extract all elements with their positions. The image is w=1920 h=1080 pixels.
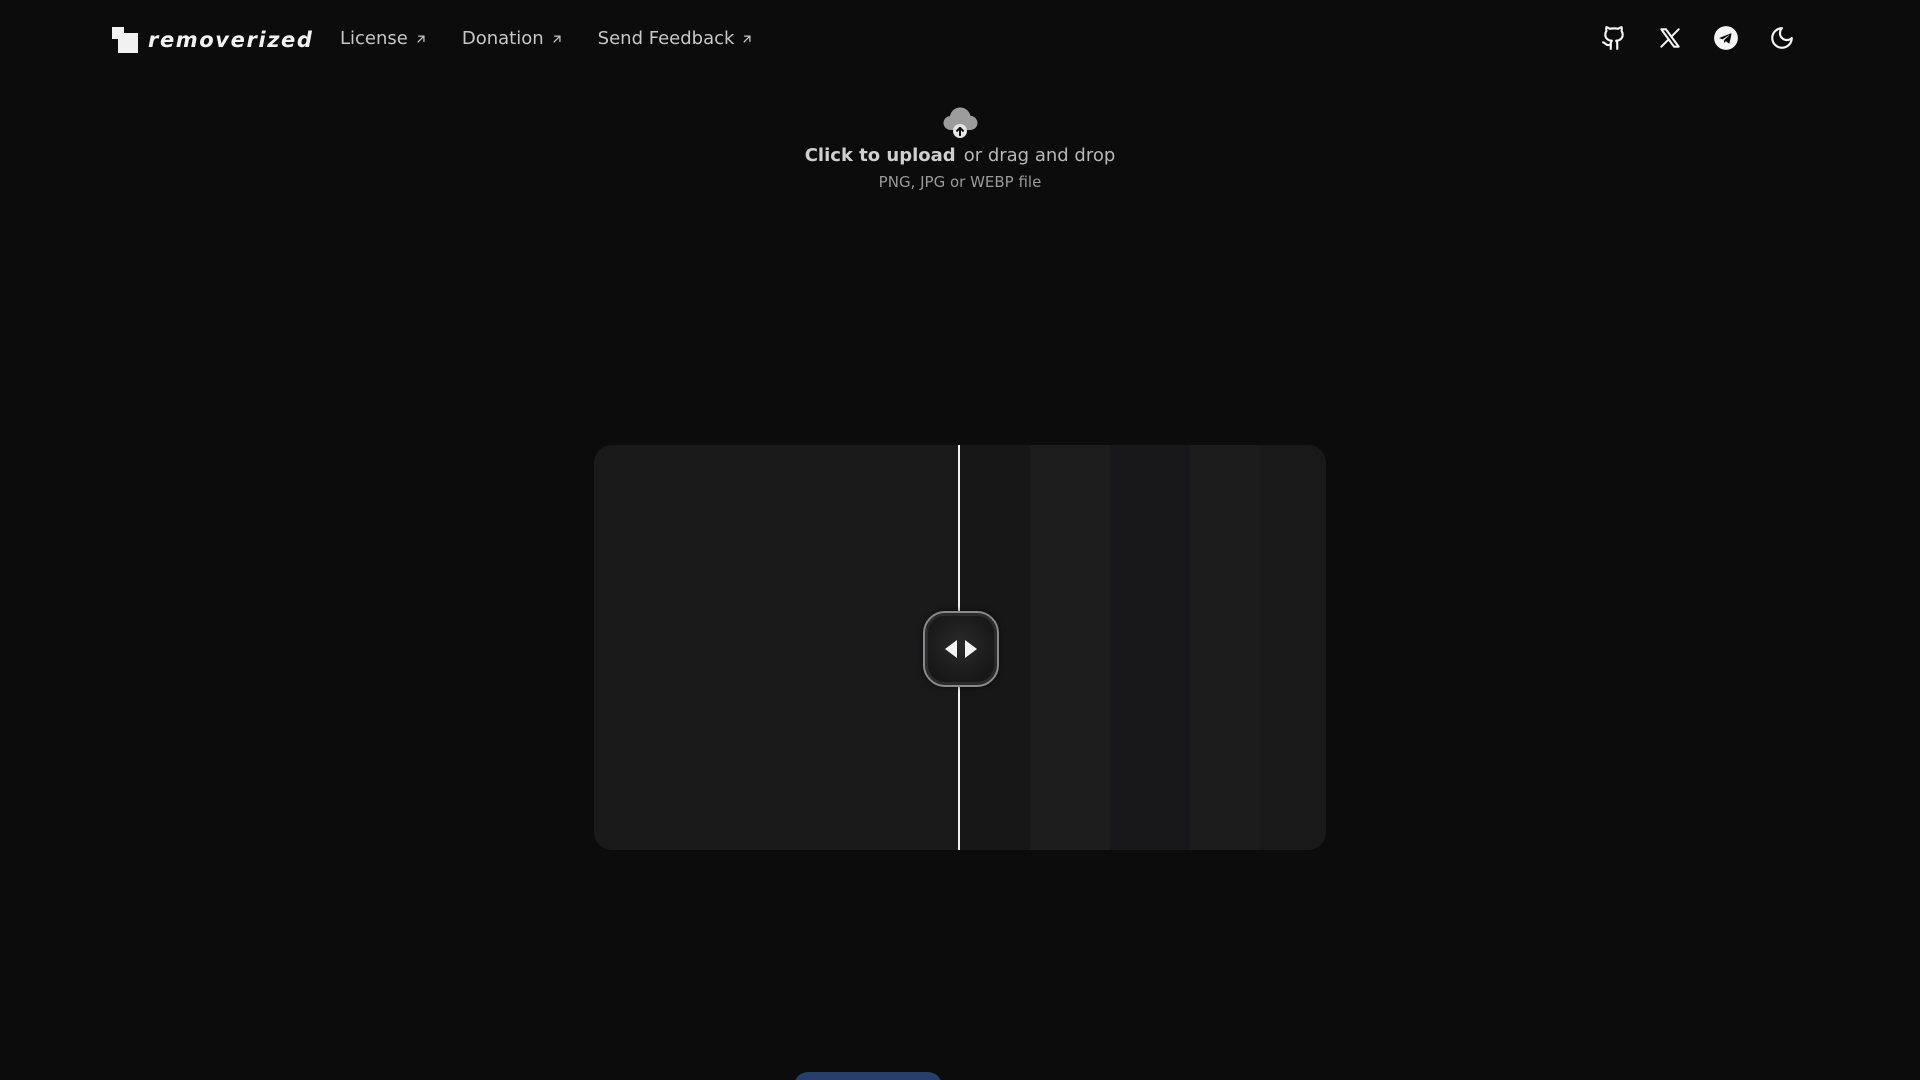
compare-slider-handle[interactable] <box>923 611 999 687</box>
nav-send-feedback-label: Send Feedback <box>597 28 735 49</box>
bottom-action-button[interactable] <box>794 1072 942 1080</box>
click-to-upload-text[interactable]: Click to upload <box>805 145 956 166</box>
github-button[interactable] <box>1600 24 1628 52</box>
arrow-up-right-icon <box>553 34 561 43</box>
nav-donation-label: Donation <box>461 28 544 49</box>
app-page: removerized License Donation Send Feedba… <box>0 0 1920 1080</box>
nav-license-link[interactable]: License <box>340 28 428 49</box>
arrow-up-right-icon <box>417 34 425 43</box>
top-header: removerized License Donation Send Feedba… <box>0 0 1920 82</box>
theme-toggle-button[interactable] <box>1768 24 1796 52</box>
compare-after-pane <box>960 445 1326 850</box>
left-arrow-icon <box>945 640 957 658</box>
telegram-button[interactable] <box>1712 24 1740 52</box>
brand-logo-icon <box>112 27 138 53</box>
nav-donation-link[interactable]: Donation <box>462 28 564 49</box>
nav-send-feedback-link[interactable]: Send Feedback <box>598 28 755 49</box>
nav-license-label: License <box>340 28 408 49</box>
upload-dropzone[interactable]: Click to upload or drag and drop PNG, JPG… <box>760 104 1160 204</box>
telegram-icon <box>1714 26 1738 50</box>
x-button[interactable] <box>1656 24 1684 52</box>
main-nav: License Donation Send Feedback <box>340 28 754 49</box>
drag-drop-text: or drag and drop <box>963 145 1116 166</box>
brand-name: removerized <box>148 28 314 52</box>
accepted-formats-text: PNG, JPG or WEBP file <box>878 173 1042 191</box>
right-arrow-icon <box>965 640 977 658</box>
github-icon <box>1602 26 1624 50</box>
x-icon <box>1660 28 1680 48</box>
header-actions <box>1600 24 1796 52</box>
compare-before-pane <box>594 445 960 850</box>
arrow-up-right-icon <box>743 34 752 43</box>
cloud-upload-icon <box>940 104 980 142</box>
brand-link[interactable]: removerized <box>112 26 314 54</box>
moon-icon <box>1771 27 1793 49</box>
upload-instruction: Click to upload or drag and drop <box>760 144 1160 168</box>
